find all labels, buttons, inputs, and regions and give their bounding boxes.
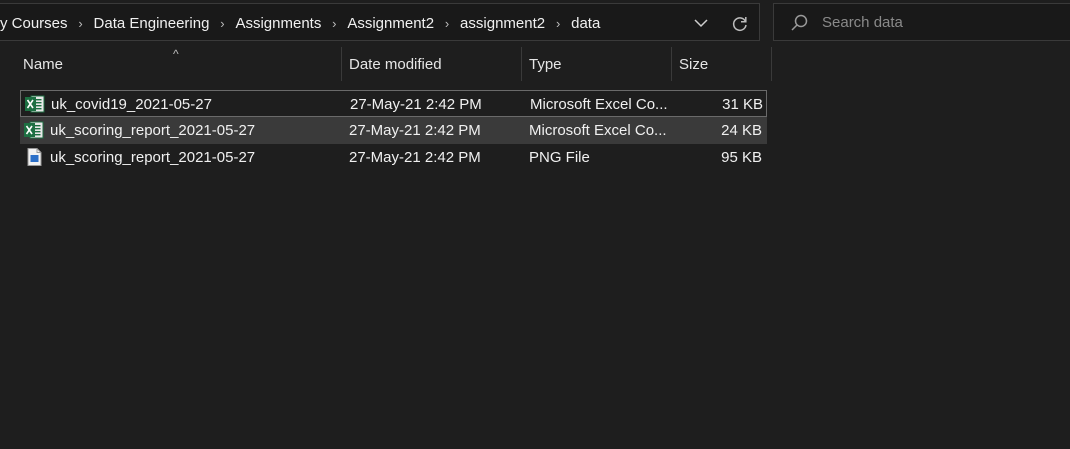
chevron-right-icon[interactable]: › — [70, 16, 92, 31]
refresh-icon[interactable] — [730, 14, 750, 34]
search-input[interactable] — [822, 4, 1070, 40]
breadcrumb-item-courses[interactable]: y Courses — [0, 15, 70, 32]
breadcrumb-item-assignment2-upper[interactable]: Assignment2 — [345, 15, 436, 32]
file-type: Microsoft Excel Co... — [529, 122, 667, 139]
file-name: uk_covid19_2021-05-27 — [51, 96, 212, 113]
breadcrumb-item-assignment2-lower[interactable]: assignment2 — [458, 15, 547, 32]
excel-icon — [24, 121, 44, 139]
file-type: Microsoft Excel Co... — [530, 96, 668, 113]
file-size: 24 KB — [721, 122, 762, 139]
chevron-right-icon[interactable]: › — [436, 16, 458, 31]
column-header-row: ^ Name Date modified Type Size — [0, 47, 772, 81]
file-row[interactable]: uk_scoring_report_2021-05-27 27-May-21 2… — [20, 144, 767, 171]
column-header-date-modified[interactable]: Date modified — [342, 47, 522, 81]
excel-icon — [25, 95, 45, 113]
breadcrumb-item-data-engineering[interactable]: Data Engineering — [92, 15, 212, 32]
file-size: 95 KB — [721, 149, 762, 166]
breadcrumb-item-data[interactable]: data — [569, 15, 602, 32]
png-file-icon — [24, 148, 44, 166]
column-header-name[interactable]: Name — [16, 47, 342, 81]
search-icon — [789, 13, 809, 33]
column-header-size[interactable]: Size — [672, 47, 772, 81]
file-date-modified: 27-May-21 2:42 PM — [349, 149, 481, 166]
chevron-right-icon[interactable]: › — [211, 16, 233, 31]
chevron-down-icon[interactable] — [692, 14, 710, 32]
file-name: uk_scoring_report_2021-05-27 — [50, 149, 256, 166]
file-name: uk_scoring_report_2021-05-27 — [50, 122, 256, 139]
chevron-right-icon[interactable]: › — [547, 16, 569, 31]
file-row[interactable]: uk_scoring_report_2021-05-27 27-May-21 2… — [20, 117, 767, 144]
file-date-modified: 27-May-21 2:42 PM — [349, 122, 481, 139]
column-header-type[interactable]: Type — [522, 47, 672, 81]
file-row[interactable]: uk_covid19_2021-05-27 27-May-21 2:42 PM … — [20, 90, 767, 117]
breadcrumb: y Courses › Data Engineering › Assignmen… — [0, 4, 602, 42]
file-size: 31 KB — [722, 96, 763, 113]
top-bar: y Courses › Data Engineering › Assignmen… — [0, 0, 1070, 46]
address-bar[interactable]: y Courses › Data Engineering › Assignmen… — [0, 3, 760, 41]
search-box[interactable] — [773, 3, 1070, 41]
breadcrumb-item-assignments[interactable]: Assignments — [233, 15, 323, 32]
file-type: PNG File — [529, 149, 590, 166]
file-date-modified: 27-May-21 2:42 PM — [350, 96, 482, 113]
chevron-right-icon[interactable]: › — [323, 16, 345, 31]
